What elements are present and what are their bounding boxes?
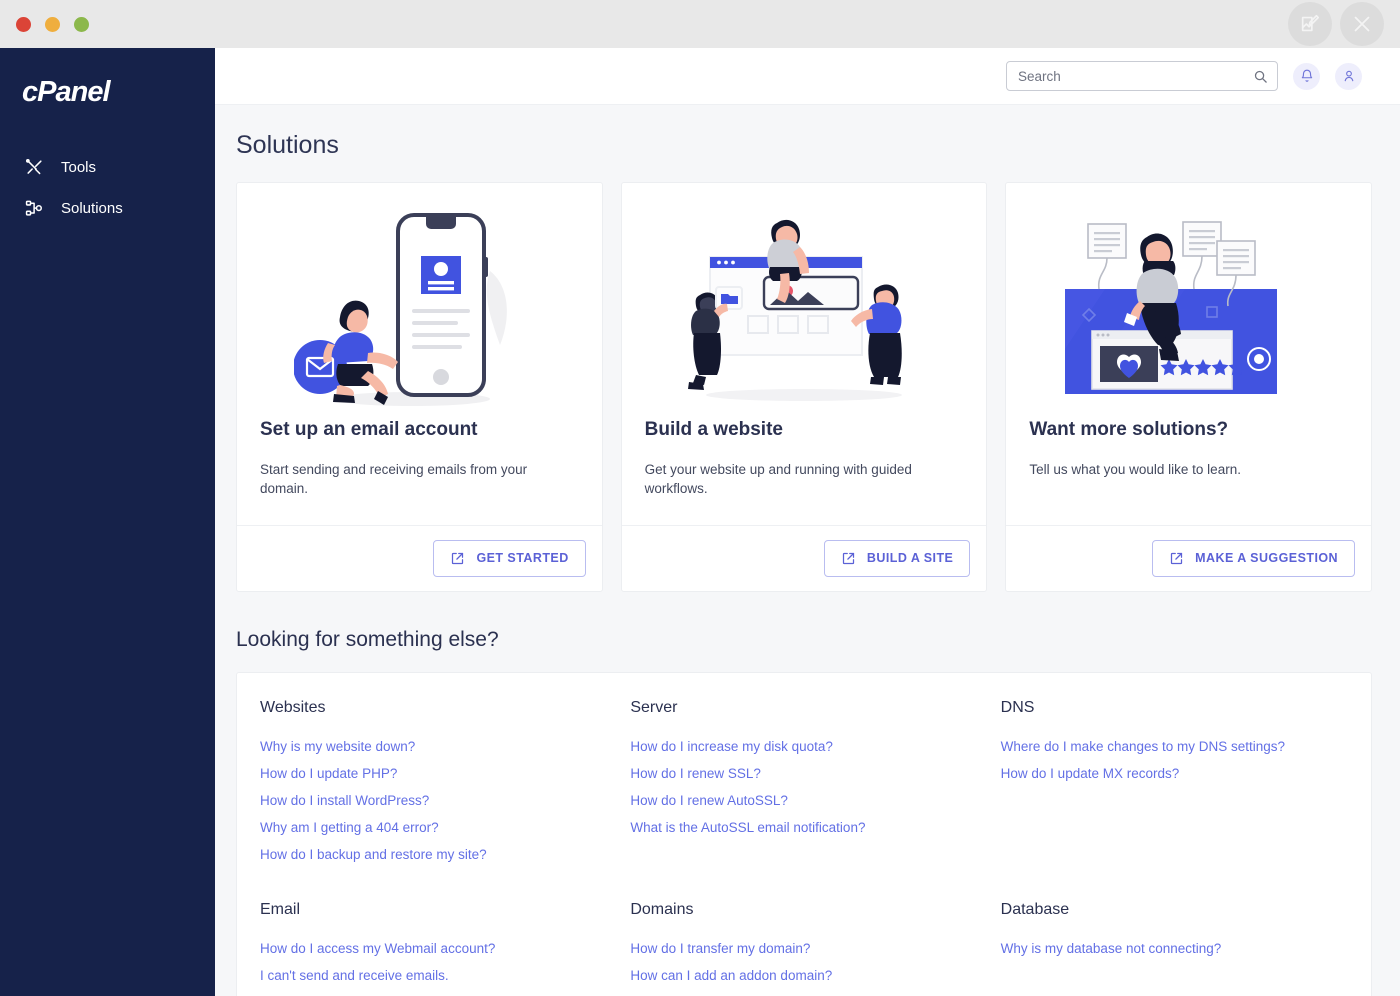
window-traffic-lights [16, 16, 89, 32]
app-shell: cPanel Tools Solutions Search Solutions … [0, 48, 1400, 996]
page-content: Solutions Set up an email account Start … [215, 105, 1400, 996]
tools-icon [25, 158, 42, 175]
button-label: MAKE A SUGGESTION [1195, 551, 1339, 566]
card-title: Set up an email account [260, 419, 478, 440]
cpanel-logo: cPanel [22, 76, 111, 108]
faq-column-database: Database Why is my database not connecti… [1001, 901, 1371, 996]
bell-icon [1301, 69, 1312, 82]
annotate-image-button[interactable] [1288, 2, 1332, 46]
faq-column-websites: Websites Why is my website down? How do … [260, 699, 630, 874]
search-box[interactable] [1006, 61, 1278, 91]
titlebar-actions [1288, 2, 1384, 46]
faq-column-title: Server [630, 698, 678, 716]
faq-link[interactable]: How do I increase my disk quota? [630, 739, 1000, 754]
sidebar-item-label: Solutions [61, 200, 123, 217]
sidebar-item-tools[interactable]: Tools [0, 147, 215, 188]
card-illustration [1006, 183, 1371, 415]
faq-link[interactable]: How do I renew SSL? [630, 766, 1000, 781]
faq-link[interactable]: How do I install WordPress? [260, 793, 630, 808]
sidebar-nav: Tools Solutions [0, 147, 215, 229]
sidebar: cPanel Tools Solutions [0, 48, 215, 996]
faq-link[interactable]: I can't send and receive emails. [260, 968, 630, 983]
card-description: Tell us what you would like to learn. [1029, 462, 1241, 477]
card-description: Start sending and receiving emails from … [260, 462, 528, 496]
external-link-icon [842, 552, 855, 564]
faq-link[interactable]: How do I transfer my domain? [630, 941, 1000, 956]
search-icon[interactable] [1253, 69, 1268, 84]
sidebar-item-label: Tools [61, 159, 97, 176]
card-title: Build a website [644, 419, 783, 440]
make-a-suggestion-button[interactable]: MAKE A SUGGESTION [1152, 539, 1356, 577]
faq-column-title: Database [1000, 900, 1070, 918]
faq-link[interactable]: How do I backup and restore my site? [260, 847, 630, 862]
window-titlebar [0, 0, 1400, 48]
close-icon [1354, 16, 1370, 32]
faq-link[interactable]: Why am I getting a 404 error? [260, 820, 630, 835]
minimize-window-button[interactable] [45, 16, 60, 32]
button-label: BUILD A SITE [866, 551, 954, 566]
faq-column-title: Domains [630, 900, 694, 918]
external-link-icon [1171, 552, 1183, 564]
card-footer: GET STARTED [237, 524, 602, 591]
website-builder-illustration [688, 219, 902, 401]
sidebar-item-solutions[interactable]: Solutions [0, 188, 215, 229]
solution-card-website[interactable]: Build a website Get your website up and … [620, 182, 988, 592]
main-area: Solutions [215, 48, 1400, 996]
faq-column-title: Websites [260, 698, 326, 716]
close-window-button[interactable] [16, 16, 31, 32]
page-title: Solutions [236, 131, 339, 159]
external-link-icon [452, 552, 464, 564]
card-illustration [237, 183, 602, 415]
faq-link[interactable]: Where do I make changes to my DNS settin… [1001, 739, 1371, 754]
faq-column-domains: Domains How do I transfer my domain? How… [630, 901, 1000, 996]
faq-link[interactable]: How can I add an addon domain? [630, 968, 1000, 983]
search-input[interactable] [1018, 68, 1253, 84]
card-title: Want more solutions? [1029, 419, 1229, 440]
solution-card-email[interactable]: Set up an email account Start sending an… [236, 182, 603, 592]
solution-card-suggestions[interactable]: Want more solutions? Tell us what you wo… [1005, 182, 1373, 592]
button-label: GET STARTED [476, 551, 569, 566]
notifications-button[interactable] [1293, 62, 1320, 90]
maximize-window-button[interactable] [74, 16, 89, 32]
build-a-site-button[interactable]: BUILD A SITE [823, 539, 971, 577]
faq-link[interactable]: How do I access my Webmail account? [260, 941, 630, 956]
suggestion-rating-illustration [1064, 220, 1277, 394]
email-phone-illustration [294, 212, 508, 406]
card-illustration [622, 183, 987, 415]
topbar [215, 48, 1400, 105]
close-button[interactable] [1340, 2, 1384, 46]
card-body: Build a website Get your website up and … [622, 415, 987, 525]
card-footer: BUILD A SITE [621, 524, 987, 591]
user-icon [1344, 70, 1353, 82]
solutions-node-icon [25, 200, 42, 216]
faq-grid: Websites Why is my website down? How do … [260, 699, 1371, 996]
faq-link[interactable]: What is the AutoSSL email notification? [630, 820, 1000, 835]
faq-link[interactable]: How do I update PHP? [260, 766, 630, 781]
get-started-button[interactable]: GET STARTED [433, 539, 586, 577]
faq-column-title: DNS [1000, 698, 1035, 716]
card-description: Get your website up and running with gui… [644, 462, 912, 496]
faq-link[interactable]: Why is my database not connecting? [1001, 941, 1371, 956]
faq-column-server: Server How do I increase my disk quota? … [630, 699, 1000, 874]
card-body: Want more solutions? Tell us what you wo… [1006, 415, 1371, 525]
faq-link[interactable]: How do I update MX records? [1001, 766, 1371, 781]
card-footer: MAKE A SUGGESTION [1006, 524, 1372, 591]
faq-panel: Websites Why is my website down? How do … [236, 671, 1372, 996]
card-body: Set up an email account Start sending an… [237, 415, 602, 525]
secondary-title: Looking for something else? [236, 627, 499, 651]
account-button[interactable] [1335, 62, 1362, 90]
faq-column-title: Email [260, 900, 301, 918]
faq-link[interactable]: Why is my website down? [260, 739, 630, 754]
app-window: cPanel Tools Solutions Search Solutions … [0, 0, 1400, 996]
annotate-image-icon [1301, 14, 1320, 32]
solution-cards: Set up an email account Start sending an… [215, 182, 1386, 592]
faq-column-dns: DNS Where do I make changes to my DNS se… [1001, 699, 1371, 874]
faq-column-email: Email How do I access my Webmail account… [260, 901, 630, 996]
faq-link[interactable]: How do I renew AutoSSL? [630, 793, 1000, 808]
